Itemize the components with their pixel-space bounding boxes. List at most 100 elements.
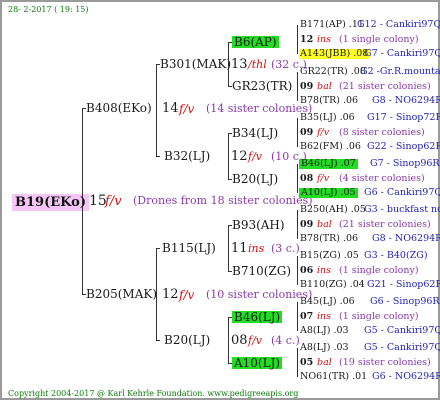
connector — [156, 156, 160, 157]
gen4-node[interactable]: B110(ZG) .04 — [300, 280, 365, 290]
connector — [228, 317, 229, 363]
connector — [297, 302, 298, 331]
gen4-ref: G2 -Gr.R.mounta — [360, 66, 440, 77]
sire-count: 14 — [162, 101, 179, 116]
gen4-node[interactable]: NO61(TR) .01 — [300, 372, 367, 382]
connector — [156, 340, 160, 341]
gen4-sisters: (21 sister colonies) — [339, 219, 431, 230]
gen4-node[interactable]: B15(ZG) .05 — [300, 251, 359, 261]
gen4-ref: G17 - Sinop72R — [367, 112, 440, 123]
gen4-sisters: (4 sister colonies) — [339, 173, 425, 184]
root-node[interactable]: B19(EKo) — [12, 194, 89, 211]
sire-sisters: (14 sister colonies) — [206, 102, 313, 115]
gen4-node[interactable]: A8(LJ) .03 — [300, 326, 349, 336]
gen2-node[interactable]: B115(LJ) — [162, 242, 216, 254]
gen4-ref: G21 - Sinop62R — [367, 279, 440, 290]
dam-node[interactable]: B205(MAK) — [86, 288, 157, 300]
gen2-node[interactable]: B301(MAK) — [160, 58, 231, 70]
gen4-node[interactable]: B62(FM) .06 — [300, 142, 361, 152]
gen4-code: ins — [317, 265, 332, 276]
gen4-node[interactable]: B45(LJ) .06 — [300, 297, 355, 307]
gen4-code: bal — [317, 81, 332, 92]
gen4-ref: G5 - Cankiri97Q — [364, 342, 440, 353]
gen4-ref: G6 - Cankiri97Q — [364, 187, 440, 198]
gen2-count: 11 — [231, 241, 248, 256]
gen3-node[interactable]: B6(AP) — [232, 36, 279, 48]
gen2-code: f/v — [248, 150, 262, 163]
gen4-count: 05 — [300, 357, 314, 368]
pedigree-canvas: 28- 2-2017 ( 19: 15) Copyright 2004-2017… — [0, 0, 440, 400]
connector — [156, 64, 157, 156]
gen4-count: 12 — [300, 34, 314, 45]
gen4-node[interactable]: A143(JBB) .08 — [299, 49, 370, 59]
gen4-node[interactable]: B78(TR) .06 — [300, 234, 358, 244]
connector — [297, 256, 298, 285]
gen2-sisters: (3 c.) — [271, 242, 300, 255]
sire-node[interactable]: B408(EKo) — [86, 102, 152, 114]
connector — [228, 225, 229, 271]
gen4-ref: G8 - NO6294R — [372, 233, 440, 244]
gen3-node[interactable]: B20(LJ) — [232, 173, 278, 185]
gen4-node[interactable]: B35(LJ) .06 — [300, 113, 355, 123]
dam-code: f/v — [179, 288, 195, 302]
sire-code: f/v — [179, 102, 195, 116]
gen4-sisters: (21 sister colonies) — [339, 81, 431, 92]
connector — [297, 348, 298, 377]
gen4-ref: G5 - Cankiri97Q — [364, 325, 440, 336]
connector — [156, 248, 157, 340]
gen4-node[interactable]: B46(LJ) .07 — [299, 159, 358, 169]
connector — [297, 72, 298, 101]
date-stamp: 28- 2-2017 ( 19: 15) — [8, 5, 89, 14]
root-sisters: (Drones from 18 sister colonies) — [133, 194, 313, 207]
gen2-node[interactable]: B32(LJ) — [164, 150, 210, 162]
copyright: Copyright 2004-2017 @ Karl Kehrle Founda… — [8, 389, 299, 398]
gen4-sisters: (1 single colony) — [339, 311, 419, 322]
connector — [297, 210, 298, 239]
connector — [228, 133, 229, 179]
gen4-sisters: (19 sister colonies) — [339, 357, 431, 368]
gen4-node[interactable]: A10(LJ) .05 — [299, 188, 358, 198]
gen4-node[interactable]: A8(LJ) .03 — [300, 343, 349, 353]
gen4-sisters: (1 single colony) — [339, 34, 419, 45]
gen4-count: 08 — [300, 173, 314, 184]
gen2-code: f/v — [248, 334, 262, 347]
connector — [297, 164, 298, 193]
gen3-node[interactable]: B710(ZG) — [232, 265, 291, 277]
gen4-node[interactable]: GR22(TR) .08 — [300, 67, 366, 77]
gen4-ref: G8 - NO6294R — [372, 95, 440, 106]
gen2-node[interactable]: B20(LJ) — [164, 334, 210, 346]
gen4-count: 09 — [300, 127, 314, 138]
gen3-node[interactable]: A10(LJ) — [232, 357, 283, 369]
dam-sisters: (10 sister colonies) — [206, 288, 313, 301]
gen4-count: 09 — [300, 81, 314, 92]
gen2-count: 12 — [231, 149, 248, 164]
gen4-node[interactable]: B78(TR) .06 — [300, 96, 358, 106]
gen4-code: ins — [317, 311, 332, 322]
gen3-node[interactable]: B34(LJ) — [232, 127, 278, 139]
gen4-node[interactable]: B171(AP) .11 — [300, 20, 364, 30]
gen2-code: /thl — [248, 58, 267, 71]
gen4-ref: G6 - NO6294R — [372, 371, 440, 382]
gen4-count: 07 — [300, 311, 314, 322]
gen4-ref: G6 - Sinop96R — [370, 296, 440, 307]
connector — [297, 118, 298, 147]
gen4-node[interactable]: B250(AH) .05 — [300, 205, 366, 215]
gen4-ref: G22 - Sinop62R — [367, 141, 440, 152]
gen4-count: 09 — [300, 219, 314, 230]
gen4-ref: G7 - Cankiri97Q — [364, 48, 440, 59]
gen3-node[interactable]: B93(AH) — [232, 219, 285, 231]
gen4-ref: G3 - B40(ZG) — [364, 250, 428, 261]
gen3-node[interactable]: GR23(TR) — [232, 80, 292, 92]
connector — [228, 42, 229, 86]
gen4-sisters: (1 single colony) — [339, 265, 419, 276]
gen3-node[interactable]: B46(LJ) — [232, 311, 283, 323]
gen2-sisters: (4 c.) — [271, 334, 300, 347]
gen4-ref: G3 - buckfast no — [364, 204, 440, 215]
gen2-count: 13 — [231, 57, 248, 72]
gen4-code: ins — [317, 34, 332, 45]
gen4-sisters: (8 sister colonies) — [339, 127, 425, 138]
gen4-count: 06 — [300, 265, 314, 276]
gen2-code: ins — [248, 242, 265, 255]
root-code: f/v — [105, 194, 122, 209]
gen4-code: bal — [317, 357, 332, 368]
